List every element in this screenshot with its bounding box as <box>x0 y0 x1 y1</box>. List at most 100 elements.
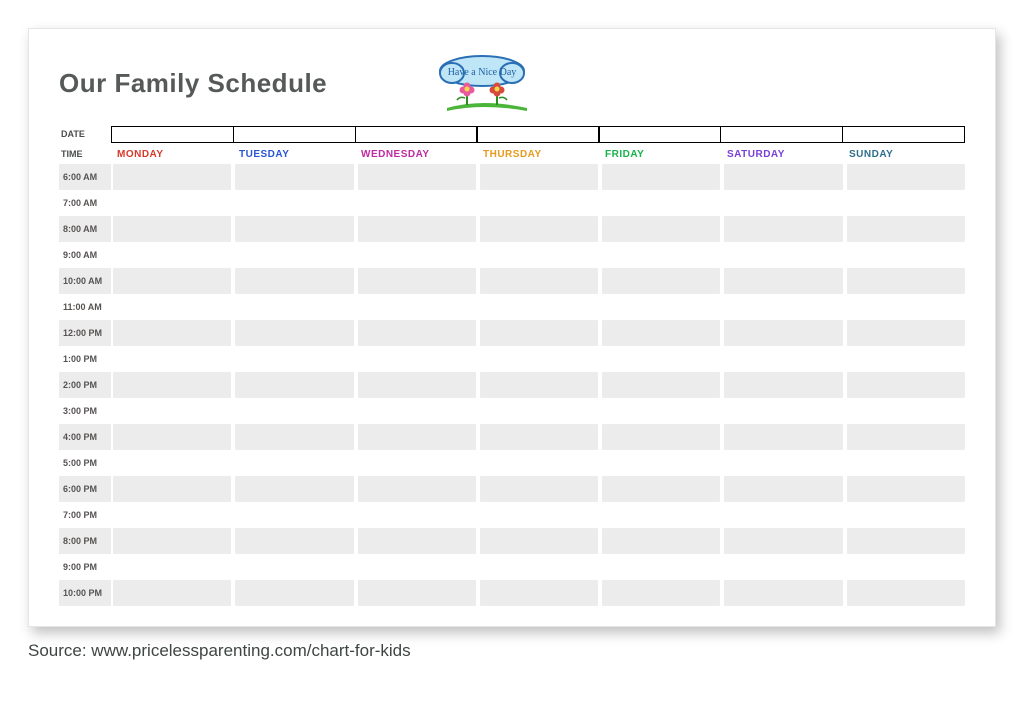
schedule-cell[interactable] <box>235 450 353 476</box>
schedule-cell[interactable] <box>113 216 231 242</box>
schedule-cell[interactable] <box>602 320 720 346</box>
schedule-cell[interactable] <box>724 242 842 268</box>
schedule-cell[interactable] <box>724 528 842 554</box>
schedule-cell[interactable] <box>235 476 353 502</box>
schedule-cell[interactable] <box>847 528 965 554</box>
schedule-cell[interactable] <box>847 502 965 528</box>
schedule-cell[interactable] <box>847 268 965 294</box>
schedule-cell[interactable] <box>480 450 598 476</box>
schedule-cell[interactable] <box>235 190 353 216</box>
schedule-cell[interactable] <box>602 190 720 216</box>
schedule-cell[interactable] <box>235 216 353 242</box>
schedule-cell[interactable] <box>724 424 842 450</box>
schedule-cell[interactable] <box>724 476 842 502</box>
schedule-cell[interactable] <box>724 372 842 398</box>
schedule-cell[interactable] <box>480 398 598 424</box>
schedule-cell[interactable] <box>358 216 476 242</box>
schedule-cell[interactable] <box>113 502 231 528</box>
schedule-cell[interactable] <box>113 294 231 320</box>
schedule-cell[interactable] <box>602 294 720 320</box>
schedule-cell[interactable] <box>847 372 965 398</box>
schedule-cell[interactable] <box>480 528 598 554</box>
schedule-cell[interactable] <box>113 476 231 502</box>
schedule-cell[interactable] <box>847 242 965 268</box>
schedule-cell[interactable] <box>235 320 353 346</box>
schedule-cell[interactable] <box>358 502 476 528</box>
schedule-cell[interactable] <box>358 450 476 476</box>
schedule-cell[interactable] <box>235 502 353 528</box>
schedule-cell[interactable] <box>113 528 231 554</box>
schedule-cell[interactable] <box>847 476 965 502</box>
schedule-cell[interactable] <box>602 216 720 242</box>
schedule-cell[interactable] <box>235 528 353 554</box>
schedule-cell[interactable] <box>480 242 598 268</box>
schedule-cell[interactable] <box>235 346 353 372</box>
schedule-cell[interactable] <box>358 398 476 424</box>
schedule-cell[interactable] <box>847 216 965 242</box>
schedule-cell[interactable] <box>847 320 965 346</box>
schedule-cell[interactable] <box>113 242 231 268</box>
schedule-cell[interactable] <box>113 580 231 606</box>
schedule-cell[interactable] <box>235 294 353 320</box>
schedule-cell[interactable] <box>358 346 476 372</box>
schedule-cell[interactable] <box>358 372 476 398</box>
schedule-cell[interactable] <box>847 346 965 372</box>
schedule-cell[interactable] <box>358 528 476 554</box>
schedule-cell[interactable] <box>113 554 231 580</box>
schedule-cell[interactable] <box>113 164 231 190</box>
schedule-cell[interactable] <box>602 164 720 190</box>
schedule-cell[interactable] <box>724 346 842 372</box>
schedule-cell[interactable] <box>724 294 842 320</box>
date-input-monday[interactable] <box>111 126 234 143</box>
schedule-cell[interactable] <box>480 164 598 190</box>
schedule-cell[interactable] <box>847 294 965 320</box>
schedule-cell[interactable] <box>480 554 598 580</box>
schedule-cell[interactable] <box>847 450 965 476</box>
schedule-cell[interactable] <box>113 268 231 294</box>
schedule-cell[interactable] <box>480 372 598 398</box>
schedule-cell[interactable] <box>602 580 720 606</box>
schedule-cell[interactable] <box>235 398 353 424</box>
schedule-cell[interactable] <box>358 424 476 450</box>
schedule-cell[interactable] <box>602 424 720 450</box>
date-input-wednesday[interactable] <box>355 126 478 143</box>
schedule-cell[interactable] <box>480 294 598 320</box>
schedule-cell[interactable] <box>724 268 842 294</box>
schedule-cell[interactable] <box>235 268 353 294</box>
schedule-cell[interactable] <box>113 450 231 476</box>
schedule-cell[interactable] <box>480 268 598 294</box>
schedule-cell[interactable] <box>602 528 720 554</box>
schedule-cell[interactable] <box>480 346 598 372</box>
date-input-sunday[interactable] <box>842 126 965 143</box>
schedule-cell[interactable] <box>113 320 231 346</box>
date-input-tuesday[interactable] <box>233 126 356 143</box>
schedule-cell[interactable] <box>724 216 842 242</box>
schedule-cell[interactable] <box>358 190 476 216</box>
schedule-cell[interactable] <box>113 372 231 398</box>
schedule-cell[interactable] <box>358 320 476 346</box>
schedule-cell[interactable] <box>724 190 842 216</box>
schedule-cell[interactable] <box>847 398 965 424</box>
schedule-cell[interactable] <box>480 320 598 346</box>
schedule-cell[interactable] <box>480 502 598 528</box>
schedule-cell[interactable] <box>113 398 231 424</box>
schedule-cell[interactable] <box>358 242 476 268</box>
schedule-cell[interactable] <box>113 190 231 216</box>
schedule-cell[interactable] <box>724 320 842 346</box>
schedule-cell[interactable] <box>235 372 353 398</box>
schedule-cell[interactable] <box>358 554 476 580</box>
schedule-cell[interactable] <box>602 372 720 398</box>
schedule-cell[interactable] <box>602 450 720 476</box>
schedule-cell[interactable] <box>602 242 720 268</box>
schedule-cell[interactable] <box>358 164 476 190</box>
schedule-cell[interactable] <box>724 450 842 476</box>
schedule-cell[interactable] <box>358 294 476 320</box>
schedule-cell[interactable] <box>235 554 353 580</box>
schedule-cell[interactable] <box>358 580 476 606</box>
schedule-cell[interactable] <box>480 476 598 502</box>
schedule-cell[interactable] <box>480 424 598 450</box>
schedule-cell[interactable] <box>847 424 965 450</box>
schedule-cell[interactable] <box>724 554 842 580</box>
schedule-cell[interactable] <box>724 398 842 424</box>
schedule-cell[interactable] <box>358 476 476 502</box>
